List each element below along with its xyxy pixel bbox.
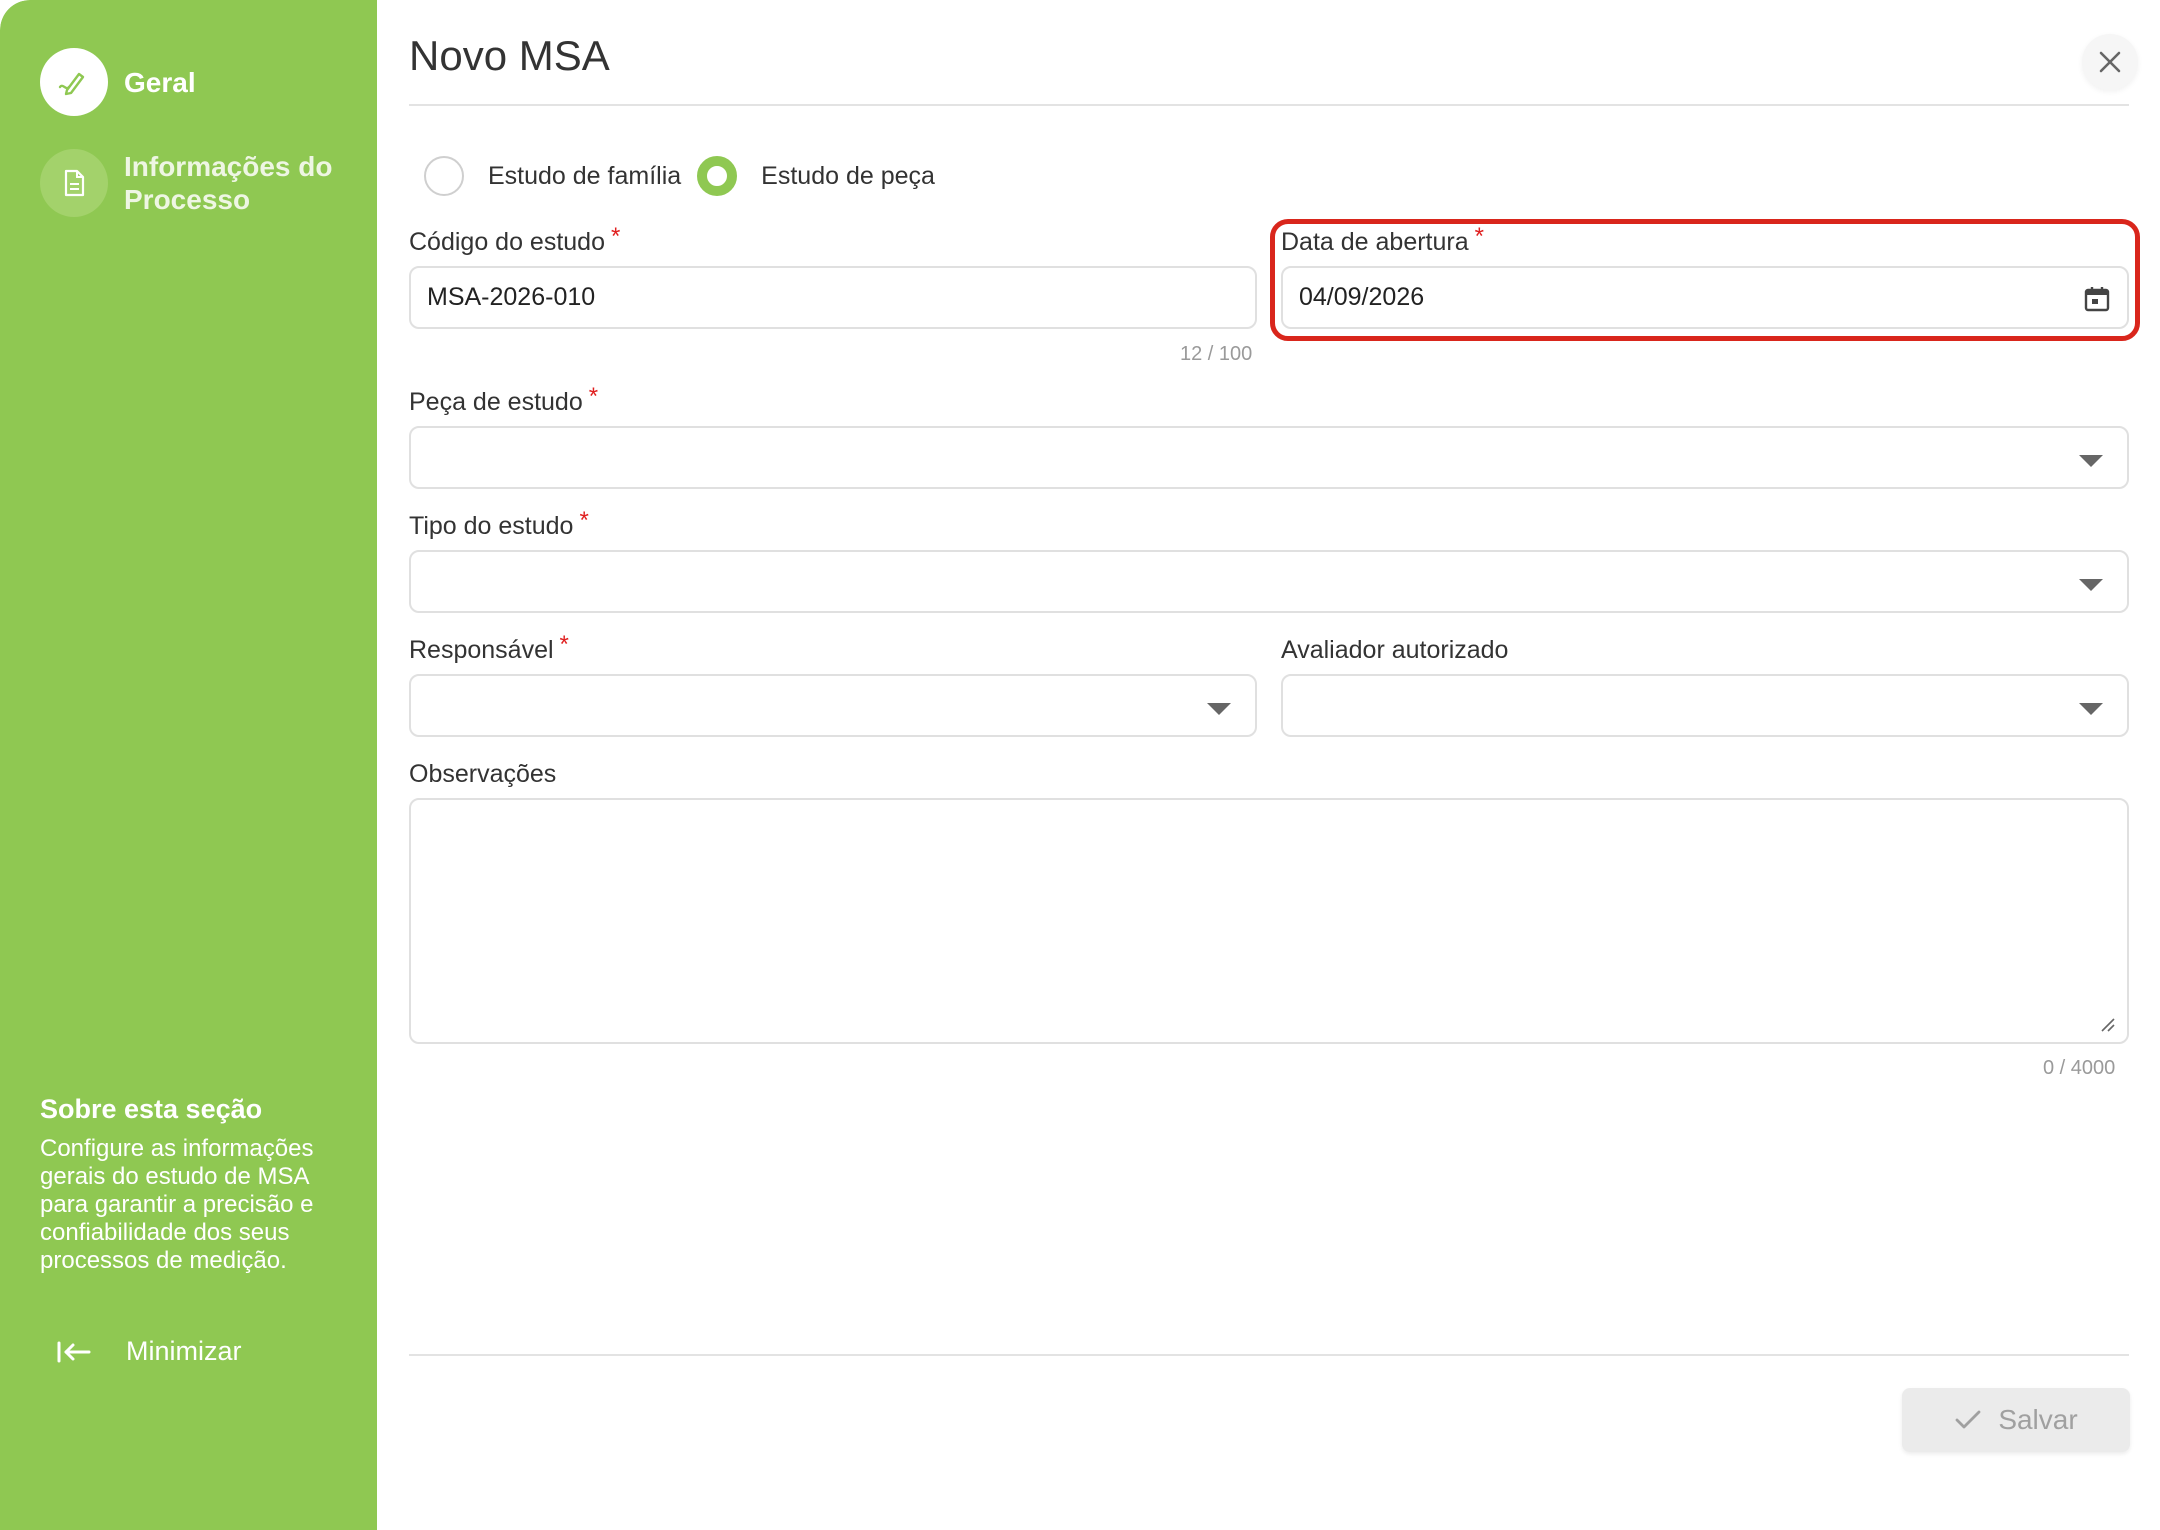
data-abertura-label-text: Data de abertura bbox=[1281, 228, 1469, 256]
sidebar-item-label: Geral bbox=[124, 66, 196, 98]
chevron-down-icon bbox=[2079, 455, 2103, 467]
collapse-left-icon bbox=[57, 1341, 91, 1362]
peca-label: Peça de estudo * bbox=[409, 383, 598, 417]
sidebar-item-informacoes[interactable]: Informações do Processo bbox=[40, 149, 354, 217]
radio-label-peca: Estudo de peça bbox=[761, 161, 935, 190]
codigo-input[interactable]: MSA-2026-010 bbox=[409, 266, 1257, 329]
close-icon bbox=[2099, 51, 2121, 73]
footer-divider bbox=[409, 1354, 2129, 1356]
peca-select[interactable] bbox=[409, 426, 2129, 489]
peca-label-text: Peça de estudo bbox=[409, 388, 583, 416]
radio-estudo-peca[interactable] bbox=[697, 156, 738, 196]
tipo-label: Tipo do estudo * bbox=[409, 507, 589, 541]
required-mark: * bbox=[588, 383, 599, 410]
tipo-select[interactable] bbox=[409, 550, 2129, 613]
document-icon bbox=[40, 149, 108, 217]
check-icon bbox=[1955, 1410, 1981, 1429]
avaliador-label: Avaliador autorizado bbox=[1281, 636, 1508, 665]
about-section: Sobre esta seção Configure as informaçõe… bbox=[40, 1094, 330, 1275]
chevron-down-icon bbox=[2079, 579, 2103, 591]
data-abertura-label: Data de abertura * bbox=[1281, 223, 1484, 257]
save-button[interactable]: Salvar bbox=[1902, 1388, 2130, 1452]
required-mark: * bbox=[1474, 223, 1484, 250]
codigo-value: MSA-2026-010 bbox=[427, 283, 596, 311]
data-abertura-input[interactable]: 04/09/2026 bbox=[1281, 266, 2129, 329]
responsavel-label: Responsável * bbox=[409, 631, 569, 665]
avaliador-select[interactable] bbox=[1281, 674, 2129, 737]
sidebar-item-label: Informações do Processo bbox=[124, 151, 333, 215]
about-title: Sobre esta seção bbox=[40, 1094, 263, 1124]
sidebar-item-geral[interactable]: Geral bbox=[40, 48, 196, 116]
observacoes-label: Observações bbox=[409, 760, 556, 789]
chevron-down-icon bbox=[1207, 703, 1231, 715]
data-abertura-value: 04/09/2026 bbox=[1299, 283, 1425, 311]
observacoes-counter: 0 / 4000 bbox=[2043, 1057, 2116, 1079]
radio-label-familia: Estudo de família bbox=[488, 161, 682, 190]
page-title: Novo MSA bbox=[409, 32, 610, 79]
observacoes-label-text: Observações bbox=[409, 760, 557, 788]
required-mark: * bbox=[610, 223, 621, 250]
responsavel-label-text: Responsável bbox=[409, 636, 554, 664]
codigo-label-text: Código do estudo bbox=[409, 228, 605, 256]
calendar-icon[interactable] bbox=[2083, 285, 2111, 313]
responsavel-select[interactable] bbox=[409, 674, 1257, 737]
required-mark: * bbox=[579, 507, 589, 534]
save-label: Salvar bbox=[1998, 1404, 2078, 1435]
study-type-radio-group: Estudo de família Estudo de peça bbox=[424, 156, 951, 196]
msa-dialog: Geral Informações do Processo Sobre esta… bbox=[0, 0, 2160, 1530]
codigo-counter: 12 / 100 bbox=[1180, 343, 1253, 365]
radio-estudo-familia[interactable] bbox=[424, 156, 464, 196]
resize-handle-icon[interactable] bbox=[2099, 1016, 2115, 1032]
chevron-down-icon bbox=[2079, 703, 2103, 715]
observacoes-textarea[interactable] bbox=[409, 798, 2129, 1044]
minimize-button[interactable]: Minimizar bbox=[56, 1336, 242, 1367]
sidebar: Geral Informações do Processo Sobre esta… bbox=[0, 0, 377, 1530]
minimize-label: Minimizar bbox=[126, 1336, 242, 1366]
pencil-icon bbox=[40, 48, 108, 116]
codigo-label: Código do estudo * bbox=[409, 223, 620, 257]
tipo-label-text: Tipo do estudo bbox=[409, 512, 574, 540]
about-text: Configure as informações gerais do estud… bbox=[40, 1135, 314, 1274]
close-button[interactable] bbox=[2082, 34, 2138, 90]
required-mark: * bbox=[559, 631, 569, 658]
avaliador-label-text: Avaliador autorizado bbox=[1281, 636, 1509, 664]
header-divider bbox=[409, 104, 2129, 106]
